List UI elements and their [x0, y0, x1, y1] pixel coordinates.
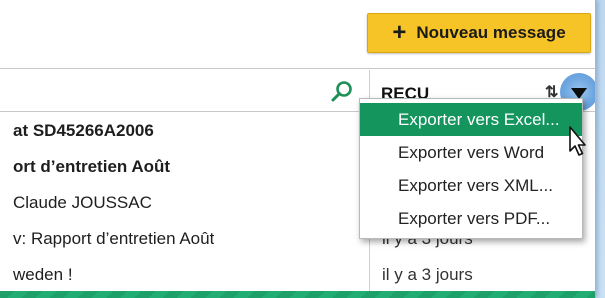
message-row[interactable]: weden ! il y a 3 jours: [0, 257, 595, 293]
export-excel-item[interactable]: Exporter vers Excel...: [360, 103, 582, 136]
export-word-item[interactable]: Exporter vers Word: [360, 136, 582, 169]
search-icon[interactable]: [330, 80, 354, 104]
mail-app-window: + Nouveau message REÇU ⇅ at SD45266A2006…: [0, 0, 596, 298]
message-date: il y a 3 jours: [382, 265, 473, 284]
message-subject: at SD45266A2006: [13, 121, 154, 140]
message-subject: ort d’entretien Août: [13, 157, 171, 176]
export-dropdown-menu: Exporter vers Excel... Exporter vers Wor…: [359, 98, 583, 239]
export-xml-item[interactable]: Exporter vers XML...: [360, 169, 582, 202]
message-subject: weden !: [13, 265, 73, 284]
top-toolbar: + Nouveau message: [0, 0, 595, 69]
message-subject: v: Rapport d’entretien Août: [13, 229, 215, 248]
new-message-label: Nouveau message: [416, 23, 566, 42]
export-pdf-item[interactable]: Exporter vers PDF...: [360, 202, 582, 235]
plus-icon: +: [392, 19, 407, 46]
new-message-button[interactable]: + Nouveau message: [367, 13, 591, 53]
message-subject: Claude JOUSSAC: [13, 193, 152, 212]
selected-row-strip[interactable]: [0, 291, 595, 298]
